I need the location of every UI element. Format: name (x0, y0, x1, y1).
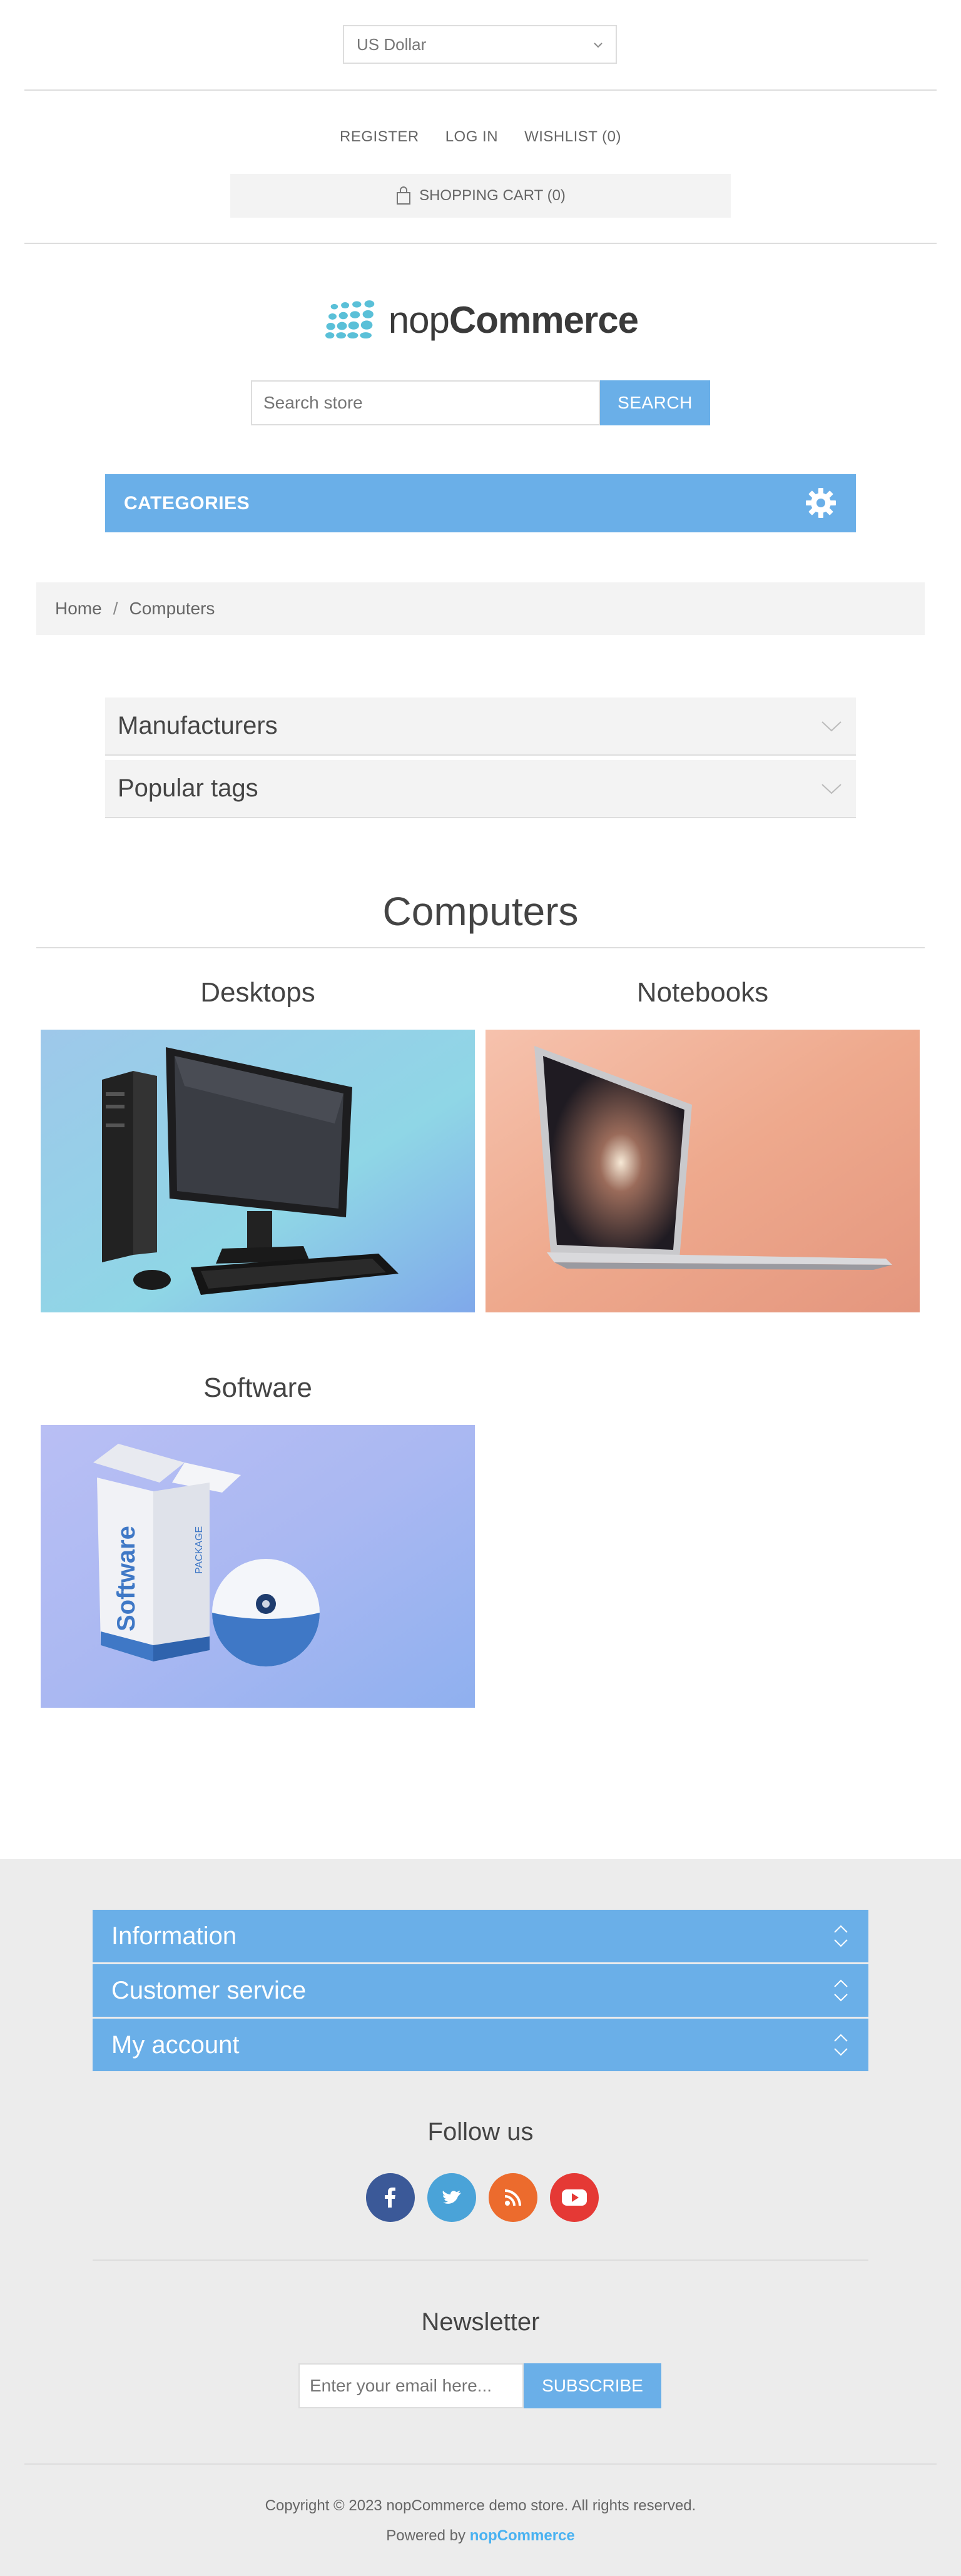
search-button[interactable]: SEARCH (600, 380, 710, 425)
popular-tags-title: Popular tags (118, 774, 258, 802)
footer-divider (93, 2259, 868, 2261)
twitter-icon[interactable] (427, 2173, 476, 2222)
manufacturers-block[interactable]: Manufacturers (105, 697, 856, 756)
notebook-image (486, 1030, 920, 1312)
chevron-down-icon (594, 43, 603, 48)
facebook-icon[interactable] (366, 2173, 415, 2222)
footer-section-customer-service[interactable]: Customer service (93, 1964, 868, 2017)
page-title: Computers (382, 889, 579, 934)
search-input[interactable] (251, 380, 600, 425)
breadcrumb-separator: / (113, 599, 118, 618)
register-link[interactable]: REGISTER (340, 128, 419, 146)
logo-dots-icon (325, 300, 375, 339)
svg-text:PACKAGE: PACKAGE (194, 1526, 205, 1574)
manufacturers-title: Manufacturers (118, 712, 278, 739)
footer-section-information[interactable]: Information (93, 1910, 868, 1962)
header-divider (24, 243, 937, 244)
shopping-bag-icon (397, 186, 411, 205)
categories-label: CATEGORIES (124, 492, 250, 514)
powered-by-label: Powered by (386, 2527, 466, 2544)
subscribe-button[interactable]: SUBSCRIBE (524, 2363, 661, 2408)
footer-section-title: Customer service (111, 1976, 307, 2004)
rss-icon[interactable] (489, 2173, 537, 2222)
shopping-cart-link[interactable]: SHOPPING CART (0) (230, 174, 731, 218)
chevron-down-icon (821, 784, 842, 794)
breadcrumb: Home / Computers (36, 582, 925, 635)
copyright-text: Copyright © 2023 nopCommerce demo store.… (265, 2497, 696, 2514)
breadcrumb-current: Computers (129, 599, 215, 618)
footer-section-title: My account (111, 2031, 240, 2059)
footer-section-my-account[interactable]: My account (93, 2019, 868, 2071)
footer-bottom-divider (24, 2463, 937, 2465)
subcategory-image-software[interactable]: Software PACKAGE (41, 1425, 475, 1708)
chevron-up-down-icon (834, 2034, 848, 2056)
title-divider (36, 947, 925, 948)
subcategory-image-notebooks[interactable] (486, 1030, 920, 1312)
logo-text: nopCommerce (388, 298, 639, 342)
social-links (366, 2173, 599, 2222)
currency-select[interactable]: US Dollar (343, 25, 617, 64)
chevron-down-icon (821, 721, 842, 732)
logo-text-bold: Commerce (449, 298, 639, 341)
gear-icon (806, 488, 836, 518)
currency-value: US Dollar (357, 34, 427, 54)
youtube-icon[interactable] (550, 2173, 599, 2222)
footer-section-title: Information (111, 1922, 237, 1950)
subcategory-title-notebooks[interactable]: Notebooks (486, 977, 920, 1008)
nopcommerce-link[interactable]: nopCommerce (470, 2527, 575, 2544)
chevron-up-down-icon (834, 1925, 848, 1947)
popular-tags-block[interactable]: Popular tags (105, 760, 856, 818)
chevron-up-down-icon (834, 1979, 848, 2002)
cart-label: SHOPPING CART (0) (419, 187, 566, 204)
follow-us-title: Follow us (427, 2118, 534, 2146)
login-link[interactable]: LOG IN (445, 128, 498, 146)
header-links: REGISTER LOG IN WISHLIST (0) (0, 128, 961, 146)
wishlist-link[interactable]: WISHLIST (0) (524, 128, 621, 146)
breadcrumb-home[interactable]: Home (55, 599, 102, 619)
desktop-computer-image (41, 1030, 475, 1312)
categories-menu-toggle[interactable]: CATEGORIES (105, 474, 856, 532)
header-divider (24, 89, 937, 91)
software-package-image: Software PACKAGE (41, 1425, 475, 1708)
logo-text-light: nop (388, 298, 450, 341)
subcategory-image-desktops[interactable] (41, 1030, 475, 1312)
powered-by: Powered by nopCommerce (0, 2527, 961, 2545)
subcategory-title-software[interactable]: Software (41, 1372, 475, 1404)
svg-text:Software: Software (113, 1526, 140, 1631)
newsletter-email-input[interactable] (298, 2363, 524, 2408)
newsletter-title: Newsletter (421, 2308, 540, 2336)
store-logo[interactable]: nopCommerce (325, 292, 639, 348)
subcategory-title-desktops[interactable]: Desktops (41, 977, 475, 1008)
